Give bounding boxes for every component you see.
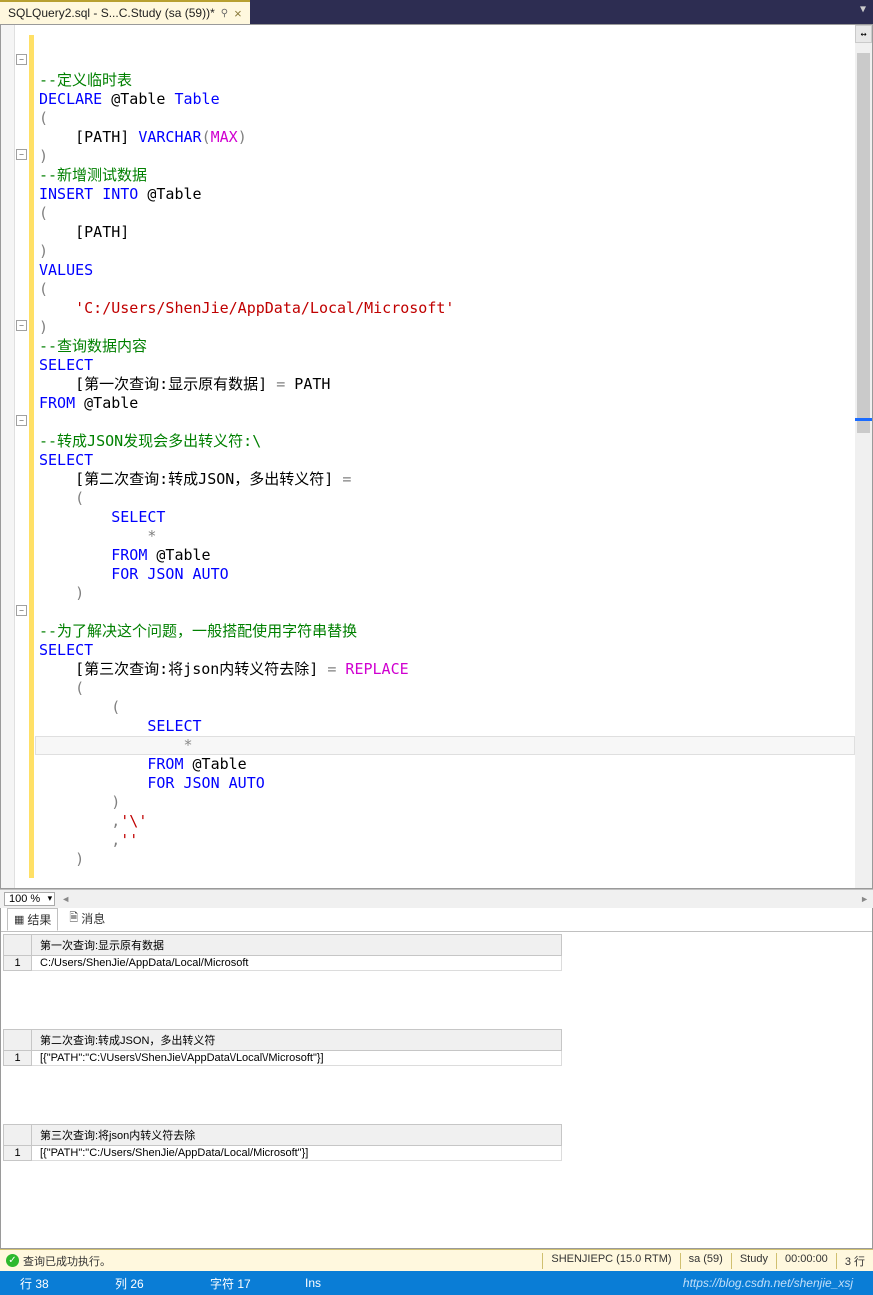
tab-label: 结果	[27, 911, 51, 928]
database-name: Study	[731, 1253, 776, 1269]
document-tab[interactable]: SQLQuery2.sql - S...C.Study (sa (59))* ⚲…	[0, 0, 250, 24]
scroll-thumb[interactable]	[857, 53, 870, 433]
char-indicator: 字符 17	[210, 1275, 305, 1292]
editor-scrollbar[interactable]: ↔	[855, 25, 872, 888]
row-count: 3 行	[836, 1253, 873, 1269]
table-row[interactable]: 1 [{"PATH":"C:/Users/ShenJie/AppData/Loc…	[4, 1146, 562, 1161]
close-icon[interactable]: ×	[234, 6, 242, 21]
cursor-marker	[855, 418, 872, 421]
tab-label: 消息	[81, 910, 105, 927]
document-tab-strip: SQLQuery2.sql - S...C.Study (sa (59))* ⚲…	[0, 0, 873, 24]
tab-dropdown-icon[interactable]: ▼	[856, 0, 870, 19]
cell[interactable]: C:/Users/ShenJie/AppData/Local/Microsoft	[32, 956, 562, 971]
result-grid-1: 第一次查询:显示原有数据 1 C:/Users/ShenJie/AppData/…	[3, 934, 870, 971]
current-line-highlight	[35, 736, 855, 755]
line-indicator: 行 38	[20, 1275, 115, 1292]
sql-editor: − − − − − --定义临时表 DECLARE @Table Table (…	[0, 24, 873, 889]
row-number: 1	[4, 956, 32, 971]
elapsed-time: 00:00:00	[776, 1253, 836, 1269]
fold-column: − − − − −	[15, 25, 29, 888]
success-check-icon: ✓	[6, 1254, 19, 1267]
watermark-url: https://blog.csdn.net/shenjie_xsj	[683, 1276, 853, 1290]
column-header[interactable]: 第一次查询:显示原有数据	[32, 935, 562, 956]
fold-toggle[interactable]: −	[16, 605, 27, 616]
message-icon: 🗎	[69, 909, 78, 928]
results-body: 第一次查询:显示原有数据 1 C:/Users/ShenJie/AppData/…	[1, 932, 872, 1248]
fold-toggle[interactable]: −	[16, 149, 27, 160]
grid-corner[interactable]	[4, 935, 32, 956]
column-indicator: 列 26	[115, 1275, 210, 1292]
fold-toggle[interactable]: −	[16, 54, 27, 65]
fold-toggle[interactable]: −	[16, 320, 27, 331]
chevron-left-icon[interactable]: ◄	[61, 894, 70, 904]
query-status-bar: ✓ 查询已成功执行。 SHENJIEPC (15.0 RTM) sa (59) …	[0, 1249, 873, 1271]
row-number: 1	[4, 1051, 32, 1066]
table-row[interactable]: 1 C:/Users/ShenJie/AppData/Local/Microso…	[4, 956, 562, 971]
grid-corner[interactable]	[4, 1030, 32, 1051]
tab-messages[interactable]: 🗎 消息	[62, 906, 112, 931]
chevron-right-icon[interactable]: ►	[860, 894, 869, 904]
status-message: 查询已成功执行。	[23, 1253, 111, 1269]
zoom-bar: 100 % ◄ ►	[0, 889, 873, 908]
tab-results[interactable]: ▦ 结果	[7, 908, 58, 931]
table-row[interactable]: 1 [{"PATH":"C:\/Users\/ShenJie\/AppData\…	[4, 1051, 562, 1066]
grid-corner[interactable]	[4, 1125, 32, 1146]
result-grid-2: 第二次查询:转成JSON，多出转义符 1 [{"PATH":"C:\/Users…	[3, 1029, 870, 1066]
user-name: sa (59)	[680, 1253, 731, 1269]
pin-icon[interactable]: ⚲	[221, 8, 228, 19]
result-grid-3: 第三次查询:将json内转义符去除 1 [{"PATH":"C:/Users/S…	[3, 1124, 870, 1161]
split-icon[interactable]: ↔	[855, 25, 872, 43]
code-area[interactable]: --定义临时表 DECLARE @Table Table ( [PATH] VA…	[35, 25, 855, 888]
ins-indicator: Ins	[305, 1276, 400, 1290]
results-tabstrip: ▦ 结果 🗎 消息	[1, 908, 872, 932]
editor-gutter	[1, 25, 15, 888]
column-header[interactable]: 第三次查询:将json内转义符去除	[32, 1125, 562, 1146]
grid-icon: ▦	[14, 913, 24, 926]
row-number: 1	[4, 1146, 32, 1161]
cell[interactable]: [{"PATH":"C:\/Users\/ShenJie\/AppData\/L…	[32, 1051, 562, 1066]
server-name: SHENJIEPC (15.0 RTM)	[542, 1253, 679, 1269]
results-panel: ▦ 结果 🗎 消息 第一次查询:显示原有数据 1 C:/Users/ShenJi…	[0, 908, 873, 1249]
editor-status-bar: 行 38 列 26 字符 17 Ins https://blog.csdn.ne…	[0, 1271, 873, 1295]
cell[interactable]: [{"PATH":"C:/Users/ShenJie/AppData/Local…	[32, 1146, 562, 1161]
zoom-dropdown[interactable]: 100 %	[4, 892, 55, 906]
column-header[interactable]: 第二次查询:转成JSON，多出转义符	[32, 1030, 562, 1051]
fold-toggle[interactable]: −	[16, 415, 27, 426]
tab-title: SQLQuery2.sql - S...C.Study (sa (59))*	[8, 6, 215, 20]
